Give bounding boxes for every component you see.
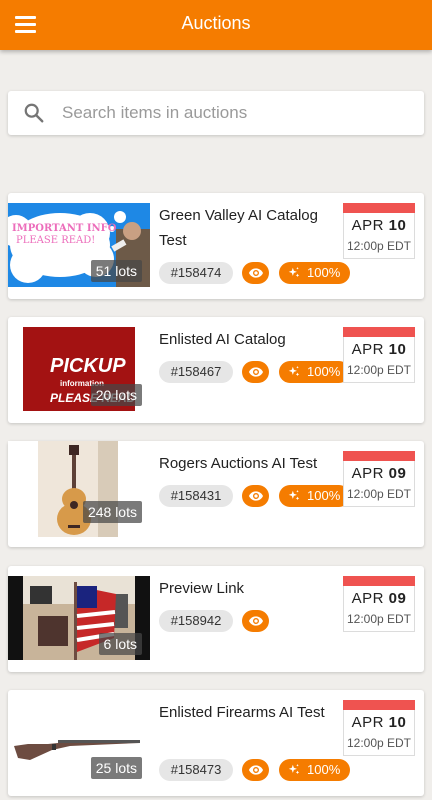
ai-percent: 100% <box>307 762 341 777</box>
sparkle-icon <box>287 266 301 280</box>
auction-title[interactable]: Green Valley AI Catalog Test <box>159 203 339 253</box>
lots-badge: 6 lots <box>98 633 142 655</box>
auction-card[interactable]: 25 lots Enlisted Firearms AI Test #15847… <box>8 690 424 796</box>
calendar-bar <box>343 327 415 337</box>
auction-card[interactable]: IMPORTANT INFO PLEASE READ! 51 lots Gree… <box>8 193 424 299</box>
auction-date: APR 10 12:00p EDT <box>343 700 415 756</box>
auction-title[interactable]: Preview Link <box>159 576 339 601</box>
search-icon <box>24 103 44 123</box>
sparkle-icon <box>287 489 301 503</box>
date-day: 09 <box>388 590 407 607</box>
auction-date: APR 09 12:00p EDT <box>343 576 415 632</box>
sparkle-icon <box>287 763 301 777</box>
thumbnail-text-2: PLEASE READ! <box>16 235 96 246</box>
lots-badge: 248 lots <box>82 501 142 523</box>
date-month: APR <box>351 590 384 607</box>
app-bar: Auctions <box>0 0 432 50</box>
auction-title[interactable]: Enlisted Firearms AI Test <box>159 700 339 725</box>
date-time: 12:00p EDT <box>346 487 412 501</box>
lots-badge: 51 lots <box>90 260 142 282</box>
date-month: APR <box>351 217 384 234</box>
date-time: 12:00p EDT <box>346 363 412 377</box>
thumbnail-text-1: IMPORTANT INFO <box>12 223 117 234</box>
sparkle-icon <box>287 365 301 379</box>
date-day: 10 <box>388 714 407 731</box>
auction-date: APR 09 12:00p EDT <box>343 451 415 507</box>
watch-button[interactable] <box>242 262 269 284</box>
auction-title[interactable]: Rogers Auctions AI Test <box>159 451 349 476</box>
date-time: 12:00p EDT <box>346 736 412 750</box>
search-input[interactable] <box>62 91 412 135</box>
ai-percent: 100% <box>307 488 341 503</box>
date-month: APR <box>351 714 384 731</box>
auction-id-badge: #158942 <box>159 610 233 632</box>
auction-card[interactable]: 248 lots Rogers Auctions AI Test #158431… <box>8 441 424 547</box>
auction-id-badge: #158473 <box>159 759 233 781</box>
watch-button[interactable] <box>242 610 269 632</box>
calendar-bar <box>343 203 415 213</box>
eye-icon <box>248 613 264 629</box>
auction-id-badge: #158467 <box>159 361 233 383</box>
eye-icon <box>248 488 264 504</box>
date-day: 09 <box>388 465 407 482</box>
auction-thumbnail: 248 lots <box>8 441 150 537</box>
ai-percent: 100% <box>307 265 341 280</box>
watch-button[interactable] <box>242 361 269 383</box>
auction-id-badge: #158474 <box>159 262 233 284</box>
thumbnail-text-1: PICKUP <box>50 355 126 377</box>
ai-percent: 100% <box>307 364 341 379</box>
auction-thumbnail: PICKUP information PLEASE READ 20 lots <box>8 327 150 411</box>
eye-icon <box>248 762 264 778</box>
auction-thumbnail: 6 lots <box>8 576 150 660</box>
calendar-bar <box>343 576 415 586</box>
auction-thumbnail: IMPORTANT INFO PLEASE READ! 51 lots <box>8 203 150 287</box>
watch-button[interactable] <box>242 485 269 507</box>
auction-title[interactable]: Enlisted AI Catalog <box>159 327 339 352</box>
auction-card[interactable]: PICKUP information PLEASE READ 20 lots E… <box>8 317 424 423</box>
calendar-bar <box>343 700 415 710</box>
date-time: 12:00p EDT <box>346 612 412 626</box>
auction-date: APR 10 12:00p EDT <box>343 203 415 259</box>
auction-id-badge: #158431 <box>159 485 233 507</box>
date-month: APR <box>351 341 384 358</box>
lots-badge: 25 lots <box>90 757 142 779</box>
date-day: 10 <box>388 341 407 358</box>
ai-catalog-badge: 100% <box>279 485 350 507</box>
eye-icon <box>248 265 264 281</box>
lots-badge: 20 lots <box>90 384 142 406</box>
date-time: 12:00p EDT <box>346 239 412 253</box>
page-title: Auctions <box>181 13 251 33</box>
date-month: APR <box>351 465 384 482</box>
auction-card[interactable]: 6 lots Preview Link #158942 APR 09 12:00… <box>8 566 424 672</box>
date-day: 10 <box>388 217 407 234</box>
auction-date: APR 10 12:00p EDT <box>343 327 415 383</box>
search-bar[interactable] <box>8 91 424 135</box>
auction-thumbnail: 25 lots <box>8 700 150 784</box>
ai-catalog-badge: 100% <box>279 759 350 781</box>
eye-icon <box>248 364 264 380</box>
ai-catalog-badge: 100% <box>279 262 350 284</box>
ai-catalog-badge: 100% <box>279 361 350 383</box>
watch-button[interactable] <box>242 759 269 781</box>
calendar-bar <box>343 451 415 461</box>
